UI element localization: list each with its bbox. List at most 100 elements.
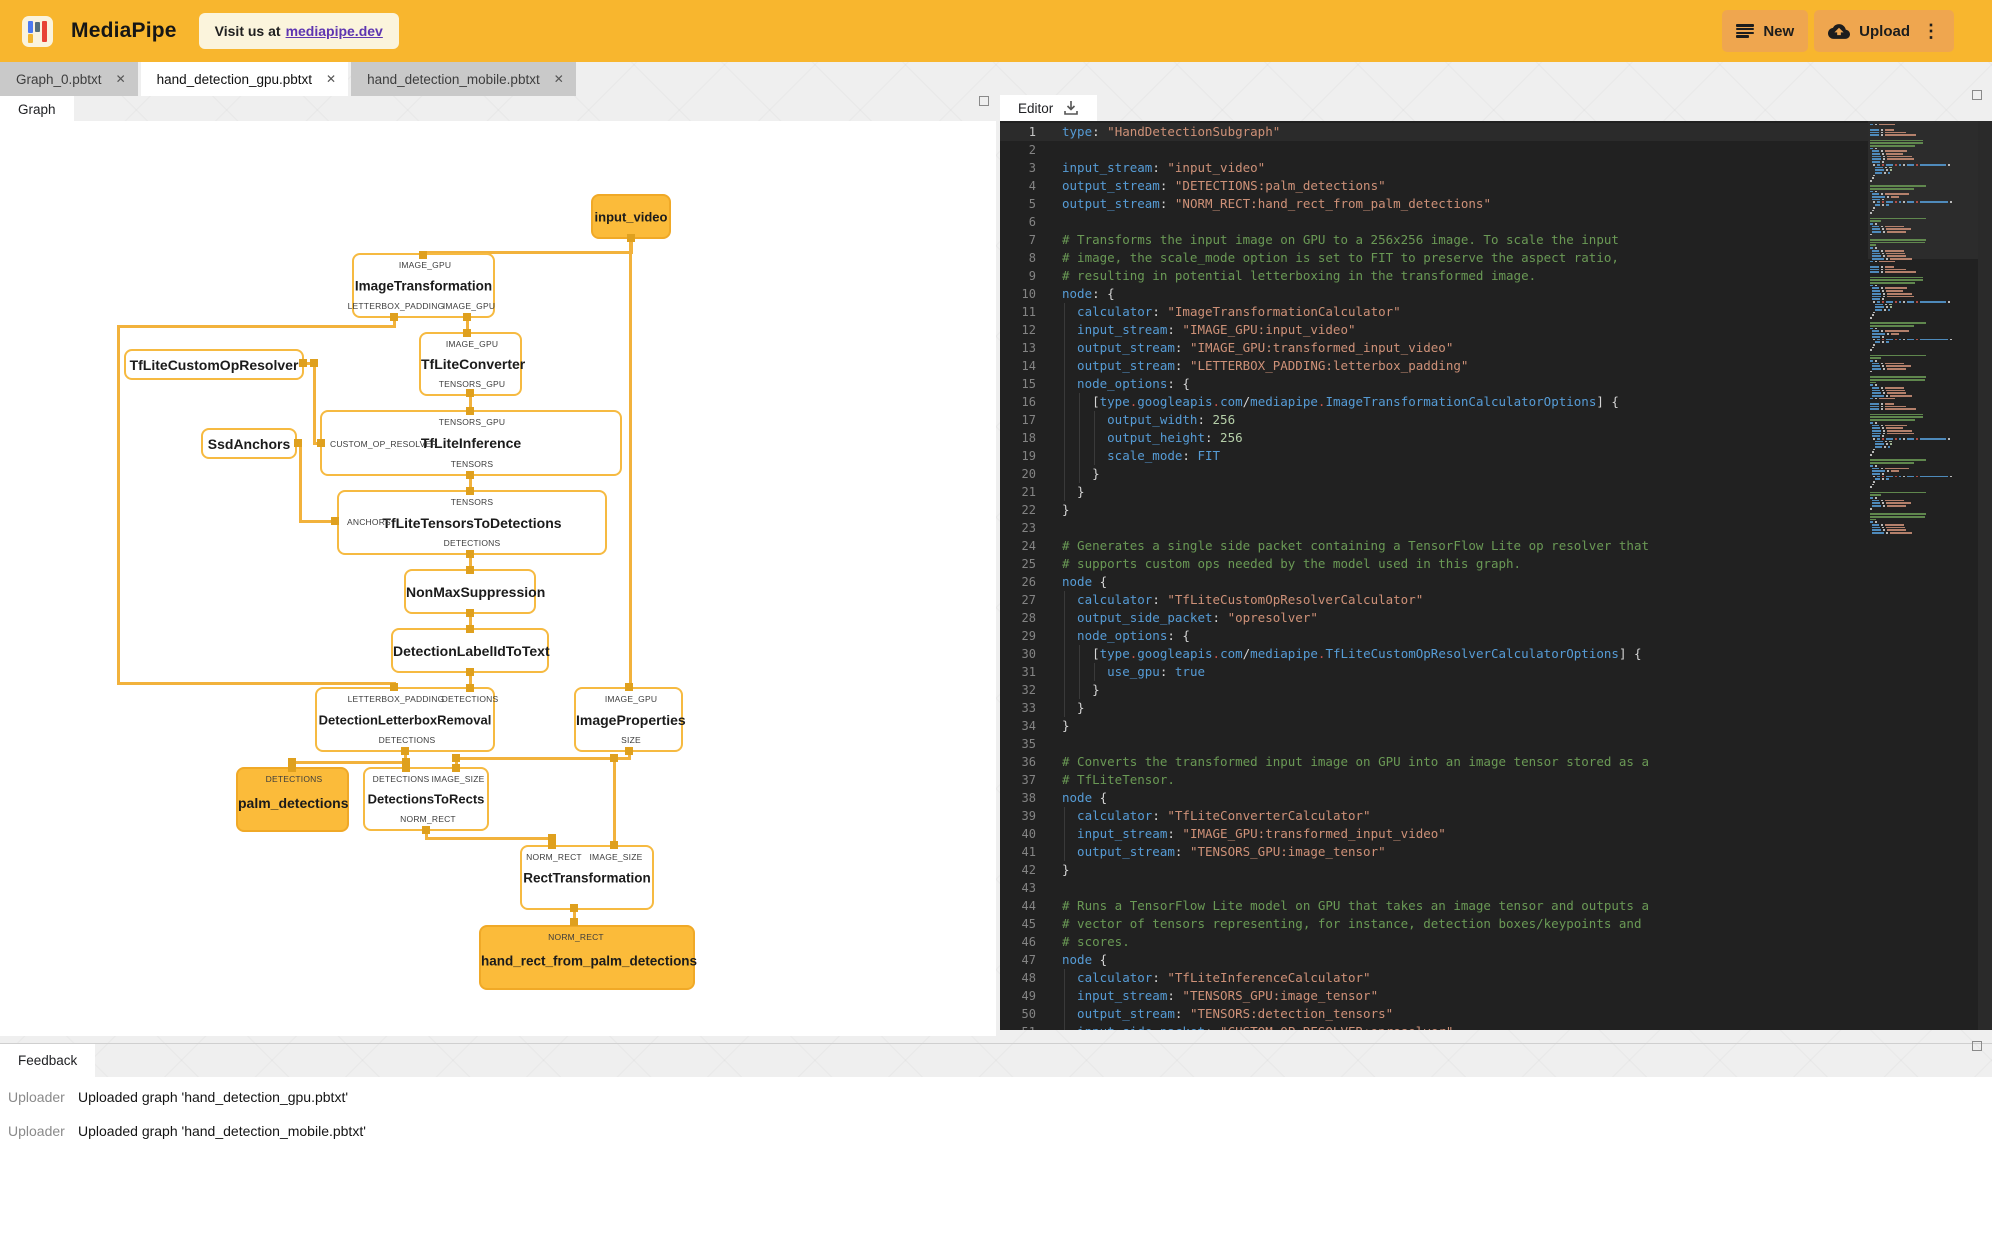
graph-node-ImageTransformation[interactable]: ImageTransformation IMAGE_GPU LETTERBOX_PA… — [348, 253, 495, 318]
code-line[interactable]: 14 output_stream: "LETTERBOX_PADDING:let… — [1000, 357, 1868, 375]
line-number: 24 — [1021, 539, 1036, 553]
code-line[interactable]: 50 output_stream: "TENSORS:detection_ten… — [1000, 1005, 1868, 1023]
code-line[interactable]: 13 output_stream: "IMAGE_GPU:transformed… — [1000, 339, 1868, 357]
line-number: 38 — [1021, 791, 1036, 805]
code-line[interactable]: 16 [type.googleapis.com/mediapipe.ImageT… — [1000, 393, 1868, 411]
graph-node-ImageProperties[interactable]: ImageProperties IMAGE_GPU SIZE — [574, 687, 686, 752]
tab-graph-view[interactable]: Graph — [0, 96, 74, 122]
code-line[interactable]: 46 # scores. — [1000, 933, 1868, 951]
tab-editor[interactable]: Editor — [1000, 95, 1098, 121]
code-line[interactable]: 47 node { — [1000, 951, 1868, 969]
code-line[interactable]: 11 calculator: "ImageTransformationCalcu… — [1000, 303, 1868, 321]
line-number: 9 — [1028, 269, 1036, 283]
code-line[interactable]: 48 calculator: "TfLiteInferenceCalculato… — [1000, 969, 1868, 987]
tab-graph-0-pbtxt[interactable]: Graph_0.pbtxt ✕ — [0, 62, 138, 96]
code-line[interactable]: 2 — [1000, 141, 1868, 159]
code-line[interactable]: 1 type: "HandDetectionSubgraph" — [1000, 123, 1868, 141]
graph-edge — [612, 756, 616, 848]
graph-node-TfLiteCustomOpResolver[interactable]: TfLiteCustomOpResolver — [124, 349, 304, 380]
graph-node-hand_rect_from_palm_detections[interactable]: hand_rect_from_palm_detections NORM_RECT — [479, 925, 698, 990]
feedback-panel: Uploader Uploaded graph 'hand_detection_… — [0, 1077, 1992, 1242]
graph-canvas[interactable]: input_video ImageTransformation IMAGE_GPU L… — [0, 121, 996, 1036]
code-line[interactable]: 15 node_options: { — [1000, 375, 1868, 393]
close-icon[interactable]: ✕ — [326, 72, 336, 86]
edge-connector-dot — [466, 668, 474, 676]
code-line[interactable]: 44 # Runs a TensorFlow Lite model on GPU … — [1000, 897, 1868, 915]
tab-feedback[interactable]: Feedback — [0, 1044, 96, 1077]
graph-node-RectTransformation[interactable]: RectTransformation NORM_RECT IMAGE_SIZE — [520, 845, 654, 910]
code-line[interactable]: 37 # TfLiteTensor. — [1000, 771, 1868, 789]
minimap[interactable] — [1868, 123, 1978, 534]
graph-node-TfLiteInference[interactable]: TfLiteInference TENSORS_GPU CUSTOM_OP_RESO… — [320, 410, 622, 476]
graph-node-title: hand_rect_from_palm_detections — [481, 953, 698, 969]
code-line[interactable]: 38 node { — [1000, 789, 1868, 807]
code-line[interactable]: 49 input_stream: "TENSORS_GPU:image_tens… — [1000, 987, 1868, 1005]
maximize-graph-pane-icon[interactable] — [979, 96, 989, 106]
code-line[interactable]: 12 input_stream: "IMAGE_GPU:input_video" — [1000, 321, 1868, 339]
code-line[interactable]: 41 output_stream: "TENSORS_GPU:image_ten… — [1000, 843, 1868, 861]
graph-node-NonMaxSuppression[interactable]: NonMaxSuppression — [404, 569, 545, 614]
code-line[interactable]: 26 node { — [1000, 573, 1868, 591]
code-line[interactable]: 30 [type.googleapis.com/mediapipe.TfLite… — [1000, 645, 1868, 663]
edge-connector-dot — [294, 439, 302, 447]
upload-menu-icon[interactable]: ⋮ — [1922, 21, 1940, 42]
code-line[interactable]: 31 use_gpu: true — [1000, 663, 1868, 681]
tab-hand-detection-gpu-pbtxt[interactable]: hand_detection_gpu.pbtxt ✕ — [140, 62, 349, 96]
port-label: TENSORS_GPU — [438, 379, 506, 389]
code-line[interactable]: 4 output_stream: "DETECTIONS:palm_detecti… — [1000, 177, 1868, 195]
new-button[interactable]: New — [1722, 10, 1809, 52]
code-line[interactable]: 39 calculator: "TfLiteConverterCalculato… — [1000, 807, 1868, 825]
editor-scrollbar[interactable] — [1978, 121, 1992, 1030]
graph-node-SsdAnchors[interactable]: SsdAnchors — [201, 428, 297, 459]
code-line[interactable]: 5 output_stream: "NORM_RECT:hand_rect_fro… — [1000, 195, 1868, 213]
code-line[interactable]: 24 # Generates a single side packet conta… — [1000, 537, 1868, 555]
code-line[interactable]: 34} — [1000, 717, 1868, 735]
code-line[interactable]: 32 } — [1000, 681, 1868, 699]
code-line[interactable]: 17 output_width: 256 — [1000, 411, 1868, 429]
code-line[interactable]: 28 output_side_packet: "opresolver" — [1000, 609, 1868, 627]
code-line[interactable]: 21 } — [1000, 483, 1868, 501]
code-line[interactable]: 40 input_stream: "IMAGE_GPU:transformed_… — [1000, 825, 1868, 843]
code-line[interactable]: 22} — [1000, 501, 1868, 519]
code-line[interactable]: 18 output_height: 256 — [1000, 429, 1868, 447]
mediapipe-link[interactable]: mediapipe.dev — [286, 23, 383, 39]
code-line[interactable]: 51 input_side_packet: "CUSTOM_OP_RESOLVE… — [1000, 1023, 1868, 1030]
code-line[interactable]: 36 # Converts the transformed input image… — [1000, 753, 1868, 771]
code-editor[interactable]: 1 type: "HandDetectionSubgraph" 2 3 input_st… — [1000, 121, 1992, 1030]
graph-node-DetectionLabelIdToText[interactable]: DetectionLabelIdToText — [391, 628, 550, 673]
maximize-feedback-pane-icon[interactable] — [1972, 1041, 1982, 1051]
code-line[interactable]: 25 # supports custom ops needed by the mo… — [1000, 555, 1868, 573]
code-line[interactable]: 45 # vector of tensors representing, for … — [1000, 915, 1868, 933]
code-area[interactable]: 1 type: "HandDetectionSubgraph" 2 3 input_st… — [1000, 123, 1868, 1030]
code-line[interactable]: 27 calculator: "TfLiteCustomOpResolverCa… — [1000, 591, 1868, 609]
tab-label: hand_detection_mobile.pbtxt — [367, 71, 540, 87]
close-icon[interactable]: ✕ — [116, 72, 126, 86]
code-line[interactable]: 43 — [1000, 879, 1868, 897]
download-icon[interactable] — [1063, 100, 1079, 116]
graph-node-TfLiteConverter[interactable]: TfLiteConverter IMAGE_GPU TENSORS_GPU — [419, 332, 525, 396]
graph-node-input_video[interactable]: input_video — [591, 194, 671, 239]
code-line[interactable]: 8 # image, the scale_mode option is set t… — [1000, 249, 1868, 267]
code-line[interactable]: 9 # resulting in potential letterboxing i… — [1000, 267, 1868, 285]
code-line[interactable]: 29 node_options: { — [1000, 627, 1868, 645]
code-line[interactable]: 19 scale_mode: FIT — [1000, 447, 1868, 465]
port-label: DETECTIONS — [441, 694, 499, 704]
upload-button[interactable]: Upload ⋮ — [1814, 10, 1954, 52]
code-line[interactable]: 3 input_stream: "input_video" — [1000, 159, 1868, 177]
graph-node-TfLiteTensorsToDetections[interactable]: TfLiteTensorsToDetections TENSORS ANCHORS D… — [337, 490, 607, 555]
graph-node-palm_detections[interactable]: palm_detections DETECTIONS — [236, 767, 349, 832]
code-line[interactable]: 6 — [1000, 213, 1868, 231]
maximize-editor-pane-icon[interactable] — [1972, 90, 1982, 100]
code-line[interactable]: 7 # Transforms the input image on GPU to … — [1000, 231, 1868, 249]
code-line[interactable]: 35 — [1000, 735, 1868, 753]
close-icon[interactable]: ✕ — [554, 72, 564, 86]
code-line[interactable]: 23 — [1000, 519, 1868, 537]
code-line[interactable]: 20 } — [1000, 465, 1868, 483]
graph-node-DetectionsToRects[interactable]: DetectionsToRects DETECTIONS IMAGE_SIZE NOR… — [363, 767, 489, 831]
code-line[interactable]: 33 } — [1000, 699, 1868, 717]
tab-hand-detection-mobile-pbtxt[interactable]: hand_detection_mobile.pbtxt ✕ — [351, 62, 576, 96]
code-line[interactable]: 10 node: { — [1000, 285, 1868, 303]
line-number: 45 — [1021, 917, 1036, 931]
graph-node-DetectionLetterboxRemoval[interactable]: DetectionLetterboxRemoval LETTERBOX_PADDI… — [315, 687, 498, 752]
code-line[interactable]: 42} — [1000, 861, 1868, 879]
